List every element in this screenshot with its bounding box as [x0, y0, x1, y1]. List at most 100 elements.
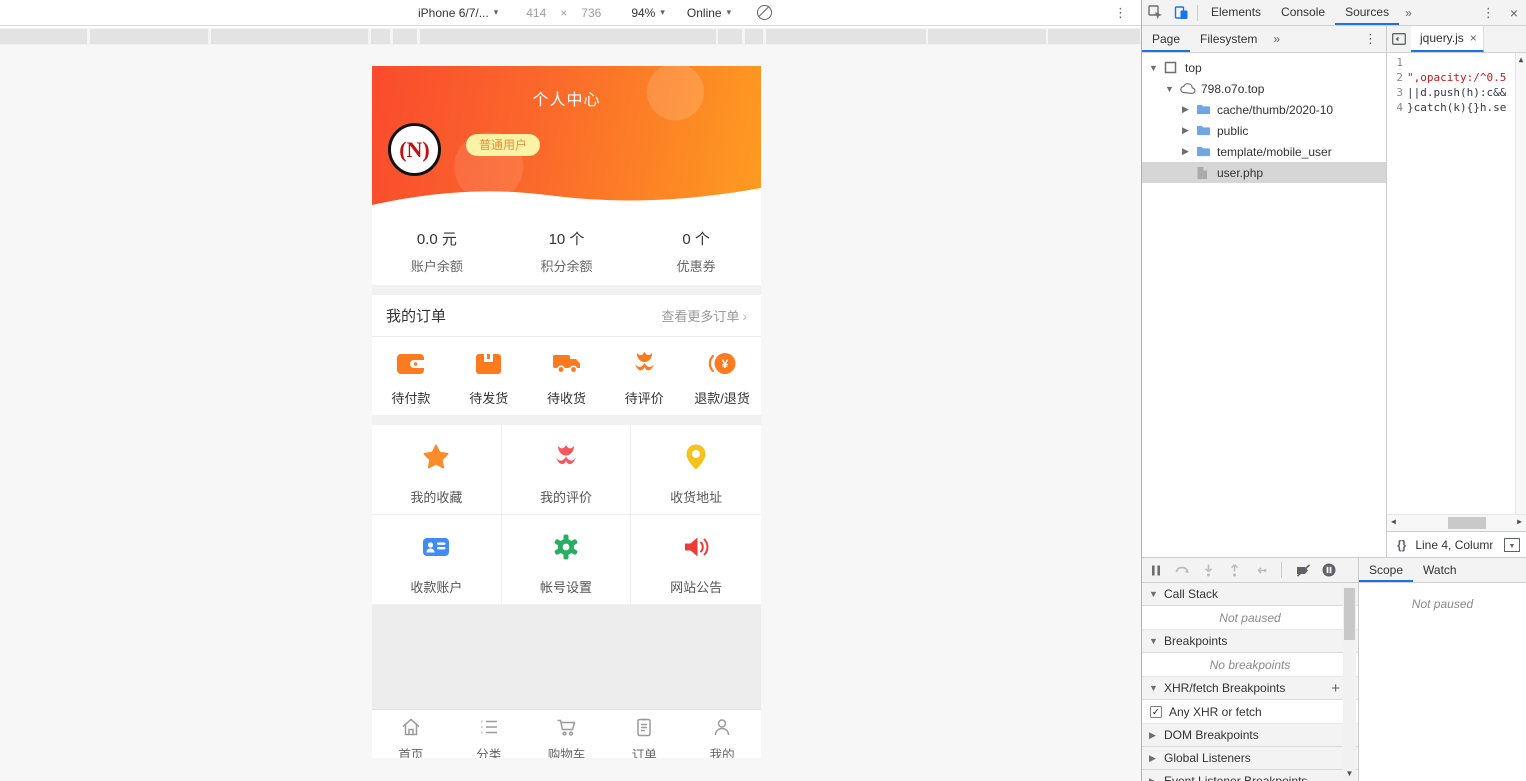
- pause-script-icon[interactable]: [1148, 562, 1164, 578]
- tree-item-top[interactable]: ▼ top: [1142, 57, 1386, 78]
- device-toolbar-menu-icon[interactable]: ⋮: [1114, 5, 1127, 21]
- tree-item-domain[interactable]: ▼ 798.o7o.top: [1142, 78, 1386, 99]
- debugger-toolbar: [1142, 558, 1358, 583]
- grid-item-reviews[interactable]: 我的评价: [502, 425, 632, 515]
- nav-item-profile[interactable]: 我的: [683, 710, 761, 757]
- navigator-menu-icon[interactable]: ⋮: [1357, 31, 1384, 47]
- close-devtools-icon[interactable]: ×: [1502, 5, 1526, 21]
- add-xhr-breakpoint-icon[interactable]: +: [1331, 680, 1340, 697]
- tab-page[interactable]: Page: [1142, 26, 1190, 52]
- tree-item-public-folder[interactable]: ▶ public: [1142, 120, 1386, 141]
- scrollbar-thumb[interactable]: [1448, 517, 1486, 529]
- code-text: ||d.push(h):c&&: [1407, 85, 1506, 100]
- xhr-breakpoints-header[interactable]: ▼ XHR/fetch Breakpoints +: [1142, 677, 1358, 700]
- view-more-orders-link[interactable]: 查看更多订单 ›: [661, 306, 747, 325]
- media-query-segment[interactable]: [745, 29, 763, 44]
- order-item-pending-shipment[interactable]: 待发货: [450, 350, 528, 415]
- scroll-right-icon[interactable]: ▶: [1517, 517, 1522, 526]
- tab-sources[interactable]: Sources: [1335, 0, 1399, 25]
- tab-console[interactable]: Console: [1271, 0, 1335, 25]
- media-query-segment[interactable]: [371, 29, 390, 44]
- section-title: XHR/fetch Breakpoints: [1164, 681, 1285, 695]
- inspect-element-icon[interactable]: [1142, 0, 1168, 25]
- media-query-segment[interactable]: [393, 29, 417, 44]
- code-editor[interactable]: 1 2",opacity:/^0.5 3||d.push(h):c&& 4}ca…: [1387, 53, 1526, 557]
- editor-tab-jquery[interactable]: jquery.js ×: [1411, 26, 1484, 52]
- media-query-segment[interactable]: [766, 29, 926, 44]
- scroll-down-icon[interactable]: ▼: [1343, 769, 1356, 778]
- media-query-segment[interactable]: [90, 29, 208, 44]
- more-navigator-tabs-icon[interactable]: »: [1267, 32, 1286, 46]
- tree-collapsed-icon[interactable]: ▶: [1180, 104, 1191, 115]
- media-query-segment[interactable]: [211, 29, 368, 44]
- deactivate-breakpoints-icon[interactable]: [1295, 562, 1311, 578]
- editor-horizontal-scrollbar[interactable]: ◀ ▶: [1387, 514, 1526, 531]
- tree-collapsed-icon[interactable]: ▶: [1180, 146, 1191, 157]
- order-item-pending-payment[interactable]: 待付款: [372, 350, 450, 415]
- devtools-menu-icon[interactable]: ⋮: [1475, 5, 1502, 21]
- no-throttling-icon[interactable]: [757, 5, 772, 20]
- order-item-refund[interactable]: ¥ 退款/退货: [683, 350, 761, 415]
- sidebar-scrollbar[interactable]: ▼: [1343, 586, 1356, 779]
- star-icon: [422, 443, 450, 471]
- tab-filesystem[interactable]: Filesystem: [1190, 26, 1267, 52]
- scroll-left-icon[interactable]: ◀: [1391, 517, 1396, 526]
- pretty-print-icon[interactable]: {}: [1397, 538, 1406, 552]
- avatar[interactable]: (N): [388, 123, 441, 176]
- step-out-icon[interactable]: [1226, 562, 1242, 578]
- folder-icon: [1196, 145, 1212, 159]
- nav-item-orders[interactable]: 订单: [605, 710, 683, 757]
- tree-expanded-icon[interactable]: ▼: [1164, 84, 1175, 94]
- viewport-width-field[interactable]: 414: [526, 6, 546, 20]
- nav-item-categories[interactable]: 分类: [450, 710, 528, 757]
- dom-breakpoints-header[interactable]: ▶ DOM Breakpoints: [1142, 724, 1358, 747]
- zoom-select[interactable]: 94% ▾: [631, 6, 665, 20]
- toggle-navigator-icon[interactable]: [1387, 26, 1411, 52]
- viewport-height-field[interactable]: 736: [581, 6, 601, 20]
- network-throttle-select[interactable]: Online ▾: [687, 6, 731, 20]
- scroll-up-icon[interactable]: ▲: [1516, 53, 1526, 67]
- tree-expanded-icon[interactable]: ▼: [1148, 63, 1159, 73]
- tree-collapsed-icon[interactable]: ▶: [1180, 125, 1191, 136]
- step-icon[interactable]: [1252, 562, 1268, 578]
- grid-item-favorites[interactable]: 我的收藏: [372, 425, 502, 515]
- nav-item-home[interactable]: 首页: [372, 710, 450, 757]
- grid-item-payment-account[interactable]: 收款账户: [372, 515, 502, 605]
- step-over-icon[interactable]: [1174, 562, 1190, 578]
- nav-item-cart[interactable]: 购物车: [528, 710, 606, 757]
- media-query-segment[interactable]: [420, 29, 716, 44]
- tab-watch[interactable]: Watch: [1413, 558, 1467, 582]
- caret-down-icon: ▾: [727, 7, 732, 18]
- close-tab-icon[interactable]: ×: [1470, 25, 1477, 51]
- editor-vertical-scrollbar[interactable]: ▲: [1515, 53, 1526, 514]
- grid-item-announcements[interactable]: 网站公告: [631, 515, 761, 605]
- grid-item-account-settings[interactable]: 帐号设置: [502, 515, 632, 605]
- grid-item-label: 我的收藏: [372, 487, 501, 506]
- device-select[interactable]: iPhone 6/7/... ▾: [418, 6, 498, 20]
- media-query-segment[interactable]: [928, 29, 1046, 44]
- event-listener-breakpoints-header[interactable]: ▶ Event Listener Breakpoints: [1142, 770, 1358, 781]
- tab-elements[interactable]: Elements: [1201, 0, 1271, 25]
- media-query-segment[interactable]: [718, 29, 742, 44]
- pause-on-exceptions-icon[interactable]: [1321, 562, 1337, 578]
- call-stack-header[interactable]: ▼ Call Stack: [1142, 583, 1358, 606]
- global-listeners-header[interactable]: ▶ Global Listeners: [1142, 747, 1358, 770]
- device-toolbar-toggle-icon[interactable]: [1168, 0, 1194, 25]
- tree-item-user-php[interactable]: user.php: [1142, 162, 1386, 183]
- user-icon: [711, 716, 733, 738]
- tab-scope[interactable]: Scope: [1359, 558, 1413, 582]
- media-query-segment[interactable]: [0, 29, 87, 44]
- any-xhr-checkbox[interactable]: ✓: [1150, 706, 1162, 718]
- orders-title: 我的订单: [386, 305, 446, 326]
- scrollbar-thumb[interactable]: [1344, 588, 1355, 640]
- panel-toggle-icon[interactable]: ▼: [1504, 538, 1520, 552]
- step-into-icon[interactable]: [1200, 562, 1216, 578]
- order-item-pending-review[interactable]: 待评价: [605, 350, 683, 415]
- breakpoints-header[interactable]: ▼ Breakpoints: [1142, 630, 1358, 653]
- tree-item-template-folder[interactable]: ▶ template/mobile_user: [1142, 141, 1386, 162]
- grid-item-address[interactable]: 收货地址: [631, 425, 761, 515]
- tree-item-cache-folder[interactable]: ▶ cache/thumb/2020-10: [1142, 99, 1386, 120]
- order-item-pending-receipt[interactable]: 待收货: [528, 350, 606, 415]
- more-tabs-icon[interactable]: »: [1399, 6, 1418, 20]
- media-query-segment[interactable]: [1048, 29, 1140, 44]
